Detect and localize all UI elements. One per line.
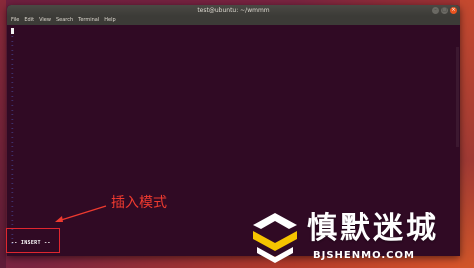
annotation-label: 插入模式 bbox=[111, 195, 167, 211]
menu-help[interactable]: Help bbox=[104, 16, 115, 25]
menu-terminal[interactable]: Terminal bbox=[78, 16, 99, 25]
empty-line-markers: ~ ~ ~ ~ ~ ~ ~ ~ ~ ~ ~ ~ ~ ~ ~ ~ ~ ~ ~ ~ ~ ~ ~ ~ ~ ~ ~ ~ ~ ~ ~ ~ ~ ~ ~ ~ ~ ~ ~ ~… bbox=[11, 34, 13, 246]
close-icon: × bbox=[451, 7, 456, 13]
annotation-arrow-icon bbox=[55, 205, 107, 222]
title-bar[interactable]: test@ubuntu: ~/wmmm – □ × bbox=[7, 5, 460, 16]
scrollbar[interactable] bbox=[456, 47, 459, 147]
menu-search[interactable]: Search bbox=[56, 16, 73, 25]
menu-bar: File Edit View Search Terminal Help bbox=[7, 16, 460, 25]
watermark-url: BJSHENMO.COM bbox=[313, 250, 415, 261]
window-title: test@ubuntu: ~/wmmm bbox=[197, 7, 270, 14]
window-controls: – □ × bbox=[432, 7, 457, 14]
minimize-button[interactable]: – bbox=[432, 7, 439, 14]
menu-edit[interactable]: Edit bbox=[24, 16, 34, 25]
menu-file[interactable]: File bbox=[11, 16, 19, 25]
watermark-title: 慎默迷城 bbox=[307, 211, 439, 246]
minimize-icon: – bbox=[434, 7, 437, 13]
menu-view[interactable]: View bbox=[39, 16, 51, 25]
highlight-box bbox=[6, 228, 60, 253]
watermark: 慎默迷城 BJSHENMO.COM bbox=[249, 209, 474, 268]
maximize-icon: □ bbox=[442, 7, 447, 13]
close-button[interactable]: × bbox=[450, 7, 457, 14]
maximize-button[interactable]: □ bbox=[441, 7, 448, 14]
watermark-logo-icon bbox=[253, 213, 297, 263]
